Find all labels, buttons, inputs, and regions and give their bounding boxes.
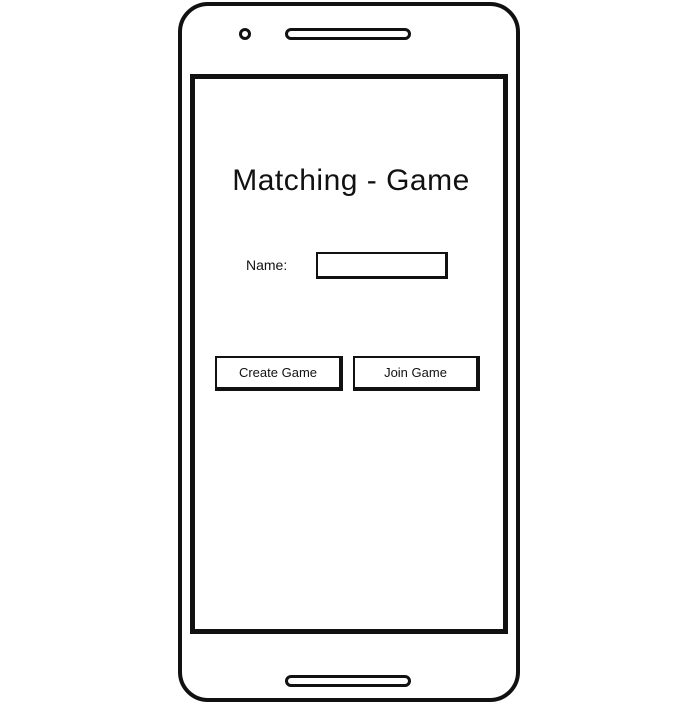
page-title: Matching - Game bbox=[232, 164, 470, 197]
home-bar[interactable] bbox=[285, 675, 411, 687]
create-game-button[interactable]: Create Game bbox=[215, 356, 343, 391]
speaker-grille bbox=[285, 28, 411, 40]
name-input[interactable] bbox=[316, 252, 448, 279]
camera-icon bbox=[239, 28, 251, 40]
join-game-button[interactable]: Join Game bbox=[353, 356, 480, 391]
name-label: Name: bbox=[246, 257, 288, 273]
phone-screen bbox=[190, 74, 508, 634]
